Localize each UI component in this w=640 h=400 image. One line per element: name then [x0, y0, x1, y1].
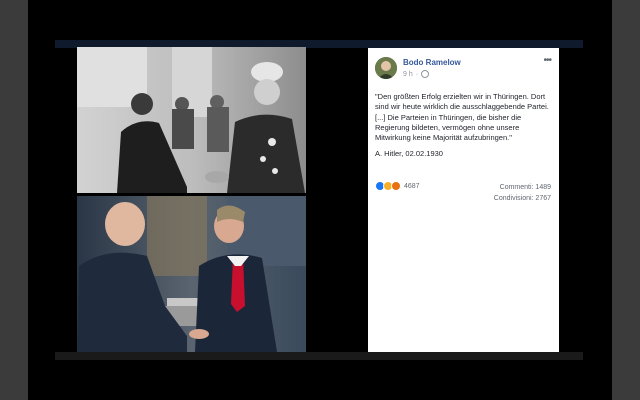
- left-margin: [0, 0, 28, 400]
- post-card: Bodo Ramelow 9 h · ••• "Den größten Erfo…: [368, 48, 559, 352]
- meta-separator: ·: [415, 70, 419, 78]
- post-time[interactable]: 9 h: [403, 71, 413, 78]
- post-attribution: A. Hitler, 02.02.1930: [375, 149, 443, 158]
- author-name[interactable]: Bodo Ramelow: [403, 58, 461, 67]
- viewer-bottom-strip: [55, 352, 583, 360]
- post-meta: 9 h ·: [403, 70, 430, 78]
- author-avatar[interactable]: [375, 57, 397, 79]
- modern-handshake-photo[interactable]: [77, 196, 306, 352]
- reactions-summary[interactable]: 4687: [375, 181, 420, 191]
- post-quote: "Den größten Erfolg erzielten wir in Thü…: [375, 92, 549, 143]
- more-options-icon[interactable]: •••: [543, 55, 551, 66]
- angry-icon: [391, 181, 401, 191]
- post-stats: Commenti: 1489 Condivisioni: 2767: [494, 182, 551, 204]
- shares-count[interactable]: Condivisioni: 2767: [494, 193, 551, 204]
- globe-icon: [421, 70, 430, 78]
- reaction-count: 4687: [404, 182, 420, 190]
- comments-count[interactable]: Commenti: 1489: [494, 182, 551, 193]
- right-margin: [612, 0, 640, 400]
- historical-handshake-photo[interactable]: [77, 47, 306, 193]
